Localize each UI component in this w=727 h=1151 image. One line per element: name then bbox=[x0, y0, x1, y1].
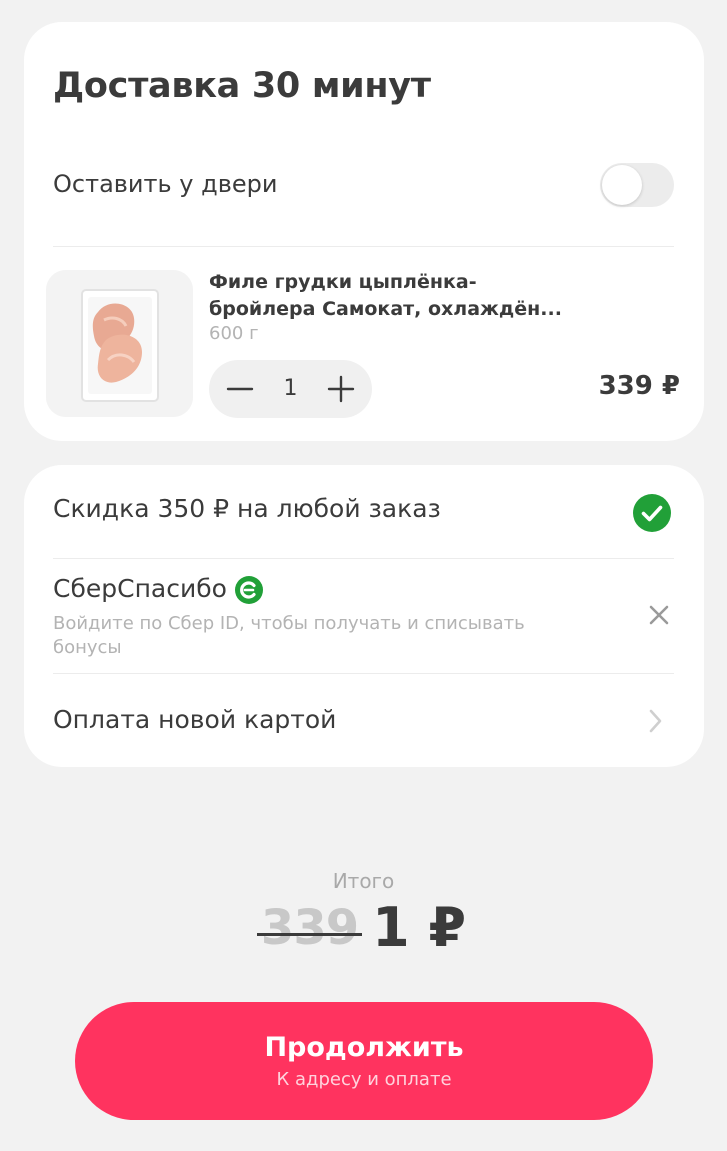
check-circle-icon[interactable] bbox=[633, 494, 671, 532]
strikethrough bbox=[256, 932, 363, 936]
divider bbox=[53, 246, 674, 247]
delivery-title: Доставка 30 минут bbox=[53, 66, 431, 106]
new-card-payment-label: Оплата новой картой bbox=[53, 705, 337, 734]
product-name[interactable]: Филе грудки цыплёнка-бройлера Самокат, о… bbox=[209, 269, 569, 323]
sber-logo-icon bbox=[234, 575, 263, 604]
increase-button[interactable] bbox=[312, 360, 370, 418]
options-card: Скидка 350 ₽ на любой заказ СберСпасибо … bbox=[24, 465, 704, 767]
total-price: 339 1 ₽ bbox=[0, 896, 727, 959]
old-total-value: 339 bbox=[260, 899, 359, 956]
quantity-value: 1 bbox=[283, 376, 298, 401]
sber-spasibo-label: СберСпасибо bbox=[53, 574, 227, 603]
continue-button[interactable]: Продолжить К адресу и оплате bbox=[75, 1002, 653, 1120]
toggle-knob bbox=[602, 165, 642, 205]
continue-button-label: Продолжить bbox=[264, 1032, 464, 1063]
minus-icon bbox=[226, 387, 254, 391]
chicken-fillet-photo-icon bbox=[46, 270, 193, 417]
plus-icon bbox=[327, 375, 355, 403]
product-price: 339 ₽ bbox=[598, 371, 680, 401]
leave-at-door-label: Оставить у двери bbox=[53, 170, 278, 198]
sber-spasibo-title: СберСпасибо bbox=[53, 574, 263, 604]
divider bbox=[53, 558, 674, 559]
quantity-stepper: 1 bbox=[209, 360, 372, 418]
old-total-price: 339 bbox=[256, 899, 363, 956]
leave-at-door-toggle[interactable] bbox=[600, 163, 674, 207]
new-total-price: 1 ₽ bbox=[372, 896, 467, 959]
product-image[interactable] bbox=[46, 270, 193, 417]
decrease-button[interactable] bbox=[211, 360, 269, 418]
continue-button-sublabel: К адресу и оплате bbox=[276, 1069, 452, 1090]
chevron-right-icon bbox=[649, 709, 662, 733]
total-label: Итого bbox=[332, 869, 395, 893]
close-icon[interactable] bbox=[648, 604, 670, 626]
sber-spasibo-description: Войдите по Сбер ID, чтобы получать и спи… bbox=[53, 613, 525, 658]
delivery-card: Доставка 30 минут Оставить у двери Филе … bbox=[24, 22, 704, 441]
discount-label: Скидка 350 ₽ на любой заказ bbox=[53, 494, 441, 523]
product-weight: 600 г bbox=[209, 323, 259, 344]
